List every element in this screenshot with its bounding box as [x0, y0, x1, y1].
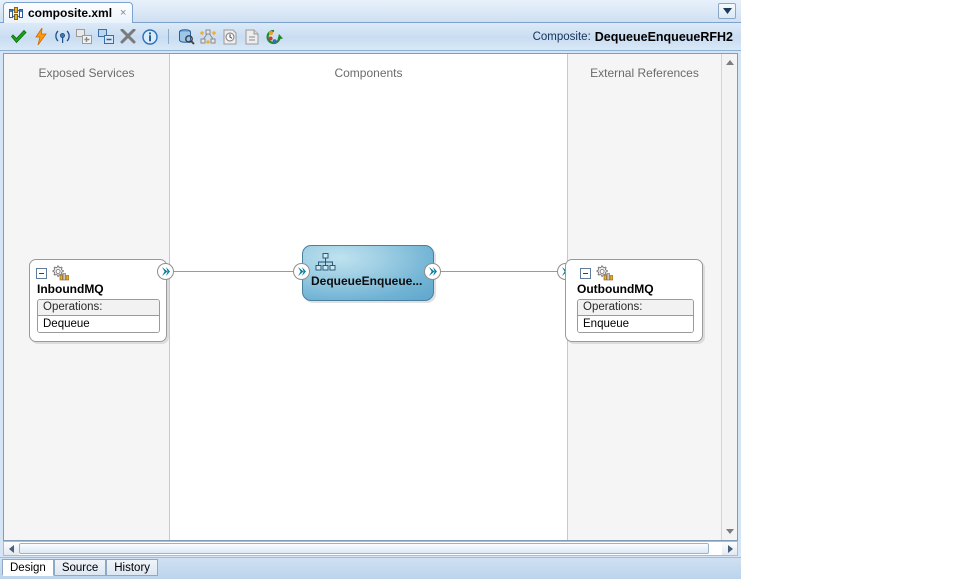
- info-circle-icon: [142, 29, 158, 45]
- canvas-horizontal-scrollbar[interactable]: [3, 541, 738, 556]
- lightning-bolt-icon: [34, 28, 47, 45]
- test-button[interactable]: [52, 27, 72, 47]
- delete-button[interactable]: [118, 27, 138, 47]
- tab-composite-xml[interactable]: composite.xml ×: [3, 2, 133, 23]
- component-name: DequeueEnqueue...: [311, 274, 427, 288]
- composite-title: Composite: DequeueEnqueueRFH2: [533, 23, 733, 51]
- refresh-button[interactable]: [264, 27, 284, 47]
- chevron-right-port-icon: [427, 266, 438, 277]
- operations-label: Operations:: [578, 300, 693, 316]
- chevron-right-port-icon: [160, 266, 171, 277]
- composite-name: DequeueEnqueueRFH2: [595, 30, 733, 44]
- x-delete-icon: [120, 29, 136, 44]
- sparkle-nodes-icon: [200, 29, 217, 45]
- wire-service-to-component: [166, 271, 302, 272]
- editor-tab-strip: composite.xml ×: [0, 0, 741, 23]
- refresh-arrow-icon: [266, 29, 283, 45]
- layout-button[interactable]: [198, 27, 218, 47]
- editor-view-tabs: Design Source History: [0, 557, 741, 579]
- tab-design[interactable]: Design: [2, 559, 54, 576]
- database-search-button[interactable]: [176, 27, 196, 47]
- history-button[interactable]: [220, 27, 240, 47]
- service-node-header: [30, 260, 166, 281]
- collapse-minus-icon[interactable]: [580, 268, 591, 279]
- composite-label: Composite:: [533, 31, 591, 43]
- bpel-process-icon: [315, 253, 337, 273]
- horizontal-scroll-thumb[interactable]: [19, 543, 709, 554]
- deploy-button[interactable]: [30, 27, 50, 47]
- add-node-icon: [76, 29, 93, 45]
- lane-title-external-references: External References: [568, 66, 721, 80]
- lane-title-exposed-services: Exposed Services: [4, 66, 169, 80]
- collapse-minus-icon[interactable]: [36, 268, 47, 279]
- antenna-icon: [54, 29, 71, 45]
- operation-enqueue[interactable]: Enqueue: [578, 316, 693, 332]
- canvas-vertical-scrollbar[interactable]: [721, 54, 737, 540]
- editor-frame: composite.xml ×: [0, 0, 741, 579]
- operation-dequeue[interactable]: Dequeue: [38, 316, 159, 332]
- tab-history[interactable]: History: [106, 559, 158, 576]
- tab-label: composite.xml: [28, 7, 112, 20]
- page-edit-icon: [244, 29, 260, 45]
- component-node-dequeueenqueue[interactable]: DequeueEnqueue...: [302, 245, 434, 301]
- remove-node-icon: [98, 29, 115, 45]
- scroll-left-arrow-icon[interactable]: [4, 542, 19, 555]
- properties-button[interactable]: [242, 27, 262, 47]
- validate-button[interactable]: [8, 27, 28, 47]
- clock-page-icon: [222, 29, 238, 45]
- chevron-right-port-icon: [296, 266, 307, 277]
- soa-composite-editor-window: composite.xml ×: [0, 0, 960, 579]
- tab-list-menu-button[interactable]: [718, 3, 736, 19]
- scroll-up-arrow-icon[interactable]: [722, 55, 737, 70]
- scroll-right-arrow-icon[interactable]: [722, 542, 737, 555]
- remove-component-button[interactable]: [96, 27, 116, 47]
- close-icon[interactable]: ×: [117, 8, 126, 19]
- reference-node-header: [566, 260, 702, 281]
- composite-xml-icon: [9, 7, 23, 20]
- reference-gear-icon: [595, 265, 614, 281]
- green-check-icon: [10, 29, 27, 44]
- external-reference-node-outboundmq[interactable]: OutboundMQ Operations: Enqueue: [565, 259, 703, 342]
- exposed-service-operations-box: Operations: Dequeue: [37, 299, 160, 333]
- tab-source[interactable]: Source: [54, 559, 106, 576]
- add-component-button[interactable]: [74, 27, 94, 47]
- component-out-port[interactable]: [424, 263, 441, 280]
- service-gear-icon: [51, 265, 70, 281]
- composite-canvas[interactable]: Exposed Services Components External Ref…: [3, 53, 738, 541]
- exposed-service-node-inboundmq[interactable]: InboundMQ Operations: Dequeue: [29, 259, 167, 342]
- chevron-down-icon: [723, 8, 732, 14]
- lane-title-components: Components: [170, 66, 567, 80]
- toolbar-separator: [168, 29, 169, 44]
- operations-label: Operations:: [38, 300, 159, 316]
- exposed-service-out-port[interactable]: [157, 263, 174, 280]
- external-reference-operations-box: Operations: Enqueue: [577, 299, 694, 333]
- exposed-service-name: InboundMQ: [30, 281, 166, 299]
- composite-toolbar: Composite: DequeueEnqueueRFH2: [0, 23, 741, 51]
- scroll-down-arrow-icon[interactable]: [722, 524, 737, 539]
- external-reference-name: OutboundMQ: [566, 281, 702, 299]
- wire-component-to-reference: [433, 271, 566, 272]
- horizontal-scroll-track[interactable]: [19, 542, 722, 555]
- info-button[interactable]: [140, 27, 160, 47]
- component-in-port[interactable]: [293, 263, 310, 280]
- database-search-icon: [178, 29, 195, 45]
